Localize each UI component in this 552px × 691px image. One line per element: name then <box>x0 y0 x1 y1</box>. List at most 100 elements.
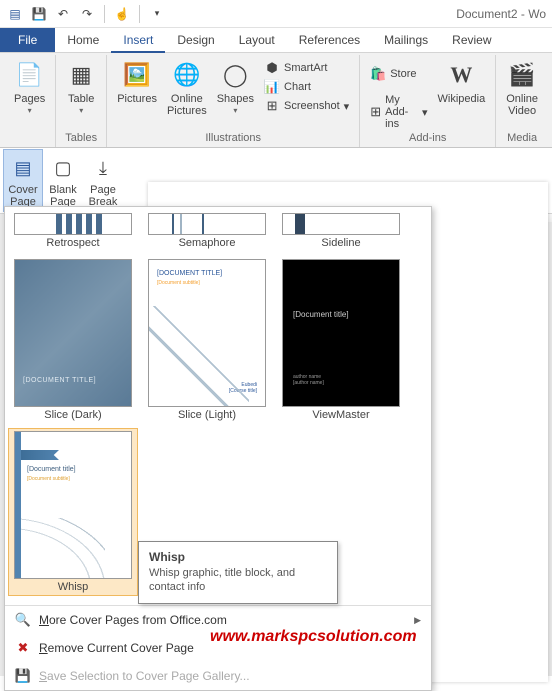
word-icon: ▤ <box>6 5 24 23</box>
wikipedia-icon: W <box>446 59 476 91</box>
online-video-button[interactable]: 🎬 Online Video <box>502 57 542 119</box>
thumb-title: [Document title] <box>293 310 349 319</box>
tab-file[interactable]: File <box>0 28 55 52</box>
table-button[interactable]: ▦ Table ▾ <box>62 57 100 117</box>
addins-icon: ⊞ <box>370 104 381 120</box>
cover-page-button[interactable]: ▤ Cover Page <box>4 150 42 211</box>
label: Retrospect <box>46 237 99 249</box>
label: Sideline <box>321 237 360 249</box>
page-break-icon: ⤓ <box>88 153 118 183</box>
ribbon-tabs: File Home Insert Design Layout Reference… <box>0 28 552 53</box>
page-icon: 📄 <box>15 59 45 91</box>
pictures-button[interactable]: 🖼️ Pictures <box>113 57 161 107</box>
my-addins-button[interactable]: ⊞My Add-ins ▾ <box>366 93 431 131</box>
blank-page-button[interactable]: ▢ Blank Page <box>44 150 82 211</box>
chevron-right-icon: ▶ <box>414 615 421 626</box>
customize-qat-icon[interactable]: ▾ <box>148 5 166 23</box>
tab-insert[interactable]: Insert <box>111 28 165 53</box>
gallery-item-retrospect[interactable]: Retrospect <box>9 211 137 251</box>
ribbon-group-illustrations: 🖼️ Pictures 🌐 Online Pictures ◯ Shapes ▾… <box>107 55 360 147</box>
tab-review[interactable]: Review <box>440 28 503 52</box>
table-label: Table <box>68 93 94 105</box>
tab-design[interactable]: Design <box>165 28 226 52</box>
shapes-button[interactable]: ◯ Shapes ▾ <box>213 57 258 117</box>
touch-mode-icon[interactable]: ☝ <box>113 5 131 23</box>
label: Slice (Dark) <box>44 409 101 421</box>
group-label: Media <box>507 132 537 145</box>
gallery-item-sideline[interactable]: Sideline <box>277 211 405 251</box>
ribbon-group-addins: 🛍️ Store ⊞My Add-ins ▾ W Wikipedia Add-in… <box>360 55 496 147</box>
label: Screenshot <box>284 100 340 112</box>
gallery-item-whisp[interactable]: [Document title] [Document subtitle] Whi… <box>9 429 137 595</box>
group-label: Add-ins <box>409 132 446 145</box>
cover-page-icon: ▤ <box>8 153 38 183</box>
chart-button[interactable]: 📊 Chart <box>260 78 353 96</box>
redo-icon[interactable]: ↷ <box>78 5 96 23</box>
label: Blank Page <box>49 184 77 208</box>
chevron-down-icon: ▾ <box>422 106 428 119</box>
label: Wikipedia <box>438 93 486 105</box>
tab-layout[interactable]: Layout <box>227 28 287 52</box>
watermark: www.markspcsolution.com <box>210 628 417 646</box>
smartart-button[interactable]: ⬢SmartArt <box>260 59 353 77</box>
label: Page Break <box>89 184 118 208</box>
pages-label: Pages <box>14 93 45 105</box>
label: Online Video <box>506 93 538 117</box>
thumb-subtitle: [Document subtitle] <box>27 476 70 482</box>
table-icon: ▦ <box>66 59 96 91</box>
save-selection-gallery: 💾 Save Selection to Cover Page Gallery..… <box>5 662 431 690</box>
label: Slice (Light) <box>178 409 236 421</box>
pages-button[interactable]: 📄 Pages ▾ <box>10 57 49 117</box>
tab-mailings[interactable]: Mailings <box>372 28 440 52</box>
tab-references[interactable]: References <box>287 28 372 52</box>
store-icon: 🛍️ <box>370 66 386 82</box>
screenshot-button[interactable]: ⊞ Screenshot ▾ <box>260 97 353 115</box>
video-icon: 🎬 <box>507 59 537 91</box>
thumb-footer: author name [author name] <box>293 374 324 386</box>
label: Chart <box>284 81 311 93</box>
label: Pictures <box>117 93 157 105</box>
save-icon: 💾 <box>15 668 31 684</box>
thumb-footer: Eubedi [Course title] <box>229 382 257 394</box>
shapes-icon: ◯ <box>220 59 250 91</box>
chevron-down-icon: ▾ <box>344 100 350 113</box>
gallery-item-semaphore[interactable]: Semaphore <box>143 211 271 251</box>
tooltip-title: Whisp <box>149 550 327 564</box>
chart-icon: 📊 <box>264 79 280 95</box>
office-icon: 🔍 <box>15 612 31 628</box>
ribbon-group-tables: ▦ Table ▾ Tables <box>56 55 107 147</box>
save-icon[interactable]: 💾 <box>30 5 48 23</box>
online-pictures-button[interactable]: 🌐 Online Pictures <box>163 57 211 119</box>
store-button[interactable]: 🛍️ Store <box>366 65 431 83</box>
gallery-item-viewmaster[interactable]: [Document title] author name [author nam… <box>277 257 405 423</box>
label: Cover Page <box>8 184 37 208</box>
wikipedia-button[interactable]: W Wikipedia <box>434 57 490 107</box>
label: Online Pictures <box>167 93 207 117</box>
gallery-footer: 🔍 More Cover Pages from Office.com ▶ ✖ R… <box>5 605 431 690</box>
document-title: Document2 - Wo <box>166 7 552 21</box>
label: Shapes <box>217 93 254 105</box>
tooltip: Whisp Whisp graphic, title block, and co… <box>138 541 338 604</box>
tab-home[interactable]: Home <box>55 28 111 52</box>
picture-icon: 🖼️ <box>122 59 152 91</box>
title-bar: ▤ 💾 ↶ ↷ ☝ ▾ Document2 - Wo <box>0 0 552 28</box>
ribbon: 📄 Pages ▾ . ▦ Table ▾ Tables 🖼️ Pictures… <box>0 53 552 148</box>
gallery-item-slice-dark[interactable]: [DOCUMENT TITLE] Slice (Dark) <box>9 257 137 423</box>
undo-icon[interactable]: ↶ <box>54 5 72 23</box>
thumb-subtitle: [Document subtitle] <box>157 280 200 286</box>
label: My Add-ins <box>385 94 418 130</box>
label: Semaphore <box>179 237 236 249</box>
label: SmartArt <box>284 62 327 74</box>
separator <box>104 5 105 23</box>
chevron-down-icon: ▾ <box>28 106 32 115</box>
group-label: Illustrations <box>205 132 261 145</box>
gallery-item-slice-light[interactable]: [DOCUMENT TITLE] [Document subtitle] Eub… <box>143 257 271 423</box>
ribbon-group-pages: 📄 Pages ▾ . <box>4 55 56 147</box>
separator <box>139 5 140 23</box>
tooltip-body: Whisp graphic, title block, and contact … <box>149 566 327 595</box>
screenshot-icon: ⊞ <box>264 98 280 114</box>
page-break-button[interactable]: ⤓ Page Break <box>84 150 122 211</box>
chevron-down-icon: ▾ <box>233 106 237 115</box>
label: Store <box>390 68 416 80</box>
thumb-title: [DOCUMENT TITLE] <box>23 377 96 384</box>
